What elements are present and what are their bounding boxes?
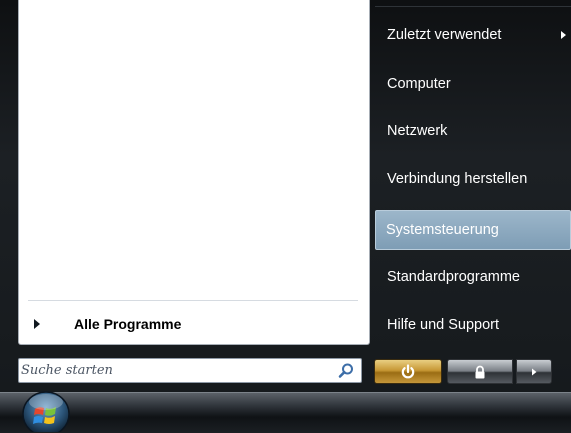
taskbar [0, 392, 571, 433]
power-icon [401, 363, 415, 378]
menu-item-network[interactable]: Netzwerk [377, 112, 562, 150]
menu-item-label: Computer [387, 76, 451, 92]
search-input[interactable] [19, 359, 331, 382]
chevron-right-icon [561, 31, 566, 39]
power-button[interactable] [374, 359, 442, 384]
search-icon[interactable] [337, 362, 355, 380]
menu-item-computer[interactable]: Computer [377, 65, 562, 103]
menu-item-default-programs[interactable]: Standardprogramme [377, 258, 562, 296]
menu-item-control-panel[interactable]: Systemsteuerung [375, 210, 571, 250]
start-orb-icon[interactable] [21, 387, 71, 432]
menu-item-connect[interactable]: Verbindung herstellen [377, 160, 562, 198]
start-menu: Alle Programme Zuletzt verwendet Compute… [0, 0, 571, 392]
power-controls [374, 359, 555, 384]
search-box[interactable] [18, 358, 362, 383]
arrow-right-icon [532, 368, 537, 375]
all-programs-button[interactable]: Alle Programme [22, 309, 352, 339]
places-pane: Zuletzt verwendet Computer Netzwerk Verb… [375, 0, 571, 345]
programs-pane [18, 0, 370, 345]
lock-icon [475, 365, 485, 378]
menu-item-label: Zuletzt verwendet [387, 27, 502, 43]
shutdown-options-button[interactable] [516, 359, 552, 384]
menu-item-help[interactable]: Hilfe und Support [377, 306, 562, 344]
menu-item-label: Systemsteuerung [386, 222, 499, 238]
triangle-right-icon [34, 319, 40, 329]
lock-button[interactable] [447, 359, 513, 384]
menu-item-recent[interactable]: Zuletzt verwendet [377, 16, 566, 54]
menu-item-label: Verbindung herstellen [387, 171, 528, 187]
menu-item-label: Hilfe und Support [387, 317, 500, 333]
divider [28, 300, 358, 301]
divider [375, 6, 571, 7]
menu-item-label: Standardprogramme [387, 269, 520, 285]
menu-item-label: Netzwerk [387, 123, 448, 139]
all-programs-label: Alle Programme [74, 316, 182, 332]
